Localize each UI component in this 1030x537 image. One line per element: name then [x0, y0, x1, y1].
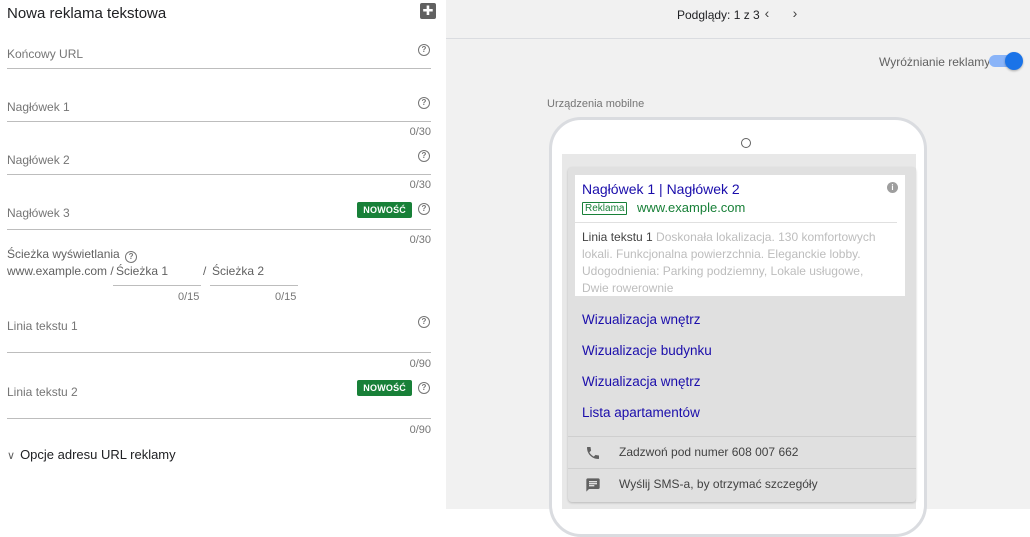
ad-editor-panel: Nowa reklama tekstowa ✚ Końcowy URL ? Na…	[0, 0, 447, 509]
ad-description: Linia tekstu 1 Doskonała lokalizacja. 13…	[582, 230, 876, 295]
preview-toolbar: Podglądy: 1 z 3 ‹ ›	[446, 0, 1030, 39]
headline-2-field[interactable]: Nagłówek 2 ? 0/30	[7, 149, 431, 193]
highlight-ad-label: Wyróżnianie reklamy	[879, 55, 991, 69]
field-underline	[7, 352, 431, 353]
call-text: Zadzwoń pod numer 608 007 662	[619, 445, 799, 459]
description-1-label: Linia tekstu 1	[7, 319, 78, 333]
editor-title: Nowa reklama tekstowa	[7, 5, 167, 22]
message-icon	[585, 477, 601, 492]
headline-3-label: Nagłówek 3	[7, 206, 70, 220]
sms-extension-row[interactable]: Wyślij SMS-a, by otrzymać szczegóły	[568, 468, 916, 500]
help-icon[interactable]: ?	[418, 150, 430, 162]
url-options-toggle[interactable]: ∨ Opcje adresu URL reklamy	[7, 447, 176, 462]
ad-divider	[575, 222, 897, 223]
sitelink-1[interactable]: Wizualizacja wnętrz	[582, 312, 701, 327]
path-2-input[interactable]: Ścieżka 2	[212, 264, 264, 278]
help-icon[interactable]: ?	[125, 251, 138, 263]
path-1-input[interactable]: Ścieżka 1	[116, 264, 168, 278]
ad-headline[interactable]: Nagłówek 1 | Nagłówek 2	[582, 181, 740, 197]
ad-display-url: www.example.com	[637, 200, 746, 215]
preview-count: Podglądy: 1 z 3	[677, 8, 760, 22]
display-path-prefix: www.example.com /	[7, 264, 114, 278]
final-url-field[interactable]: Końcowy URL ?	[7, 44, 431, 70]
help-icon[interactable]: ?	[418, 382, 430, 394]
info-icon[interactable]: i	[887, 182, 898, 193]
description-2-counter: 0/90	[409, 424, 431, 436]
highlight-toggle[interactable]	[1005, 52, 1023, 70]
url-options-label: Opcje adresu URL reklamy	[20, 447, 176, 462]
new-badge: NOWOŚĆ	[357, 380, 412, 396]
final-url-label: Końcowy URL	[7, 47, 84, 61]
description-1-counter: 0/90	[409, 358, 431, 370]
path-1-underline	[113, 285, 201, 286]
help-icon[interactable]: ?	[418, 316, 430, 328]
description-1-field[interactable]: Linia tekstu 1 ? 0/90	[7, 315, 431, 373]
sitelink-4[interactable]: Lista apartamentów	[582, 405, 700, 420]
device-label: Urządzenia mobilne	[547, 98, 645, 110]
headline-1-field[interactable]: Nagłówek 1 ? 0/30	[7, 96, 431, 140]
sitelink-3[interactable]: Wizualizacja wnętrz	[582, 374, 701, 389]
headline-1-label: Nagłówek 1	[7, 100, 70, 114]
ad-badge: Reklama	[582, 202, 628, 215]
field-underline	[7, 418, 431, 419]
path-1-counter: 0/15	[178, 291, 200, 303]
sms-text: Wyślij SMS-a, by otrzymać szczegóły	[619, 477, 818, 491]
phone-camera-icon	[741, 138, 751, 148]
phone-icon	[585, 445, 601, 459]
headline-3-counter: 0/30	[409, 234, 431, 246]
add-extension-icon[interactable]: ✚	[420, 3, 436, 19]
description-2-field[interactable]: Linia tekstu 2 NOWOŚĆ ? 0/90	[7, 380, 431, 438]
field-underline	[7, 121, 431, 122]
headline-1-counter: 0/30	[409, 126, 431, 138]
field-underline	[7, 174, 431, 175]
path-2-counter: 0/15	[275, 291, 297, 303]
help-icon[interactable]: ?	[418, 97, 430, 109]
headline-3-field[interactable]: Nagłówek 3 NOWOŚĆ ? 0/30	[7, 202, 431, 246]
path-separator: /	[203, 264, 207, 278]
chevron-right-icon[interactable]: ›	[786, 5, 804, 21]
description-2-label: Linia tekstu 2	[7, 385, 78, 399]
help-icon[interactable]: ?	[418, 203, 430, 215]
chevron-down-icon: ∨	[7, 450, 16, 462]
help-icon[interactable]: ?	[418, 44, 430, 56]
field-underline	[7, 229, 431, 230]
headline-2-label: Nagłówek 2	[7, 153, 70, 167]
call-extension-row[interactable]: Zadzwoń pod numer 608 007 662	[568, 436, 916, 468]
path-2-underline	[210, 285, 298, 286]
sitelink-2[interactable]: Wizualizacje budynku	[582, 343, 712, 358]
display-path-label: Ścieżka wyświetlania ?	[7, 247, 138, 263]
headline-2-counter: 0/30	[409, 179, 431, 191]
chevron-left-icon[interactable]: ‹	[758, 5, 776, 21]
new-badge: NOWOŚĆ	[357, 202, 412, 218]
field-underline	[7, 68, 431, 69]
